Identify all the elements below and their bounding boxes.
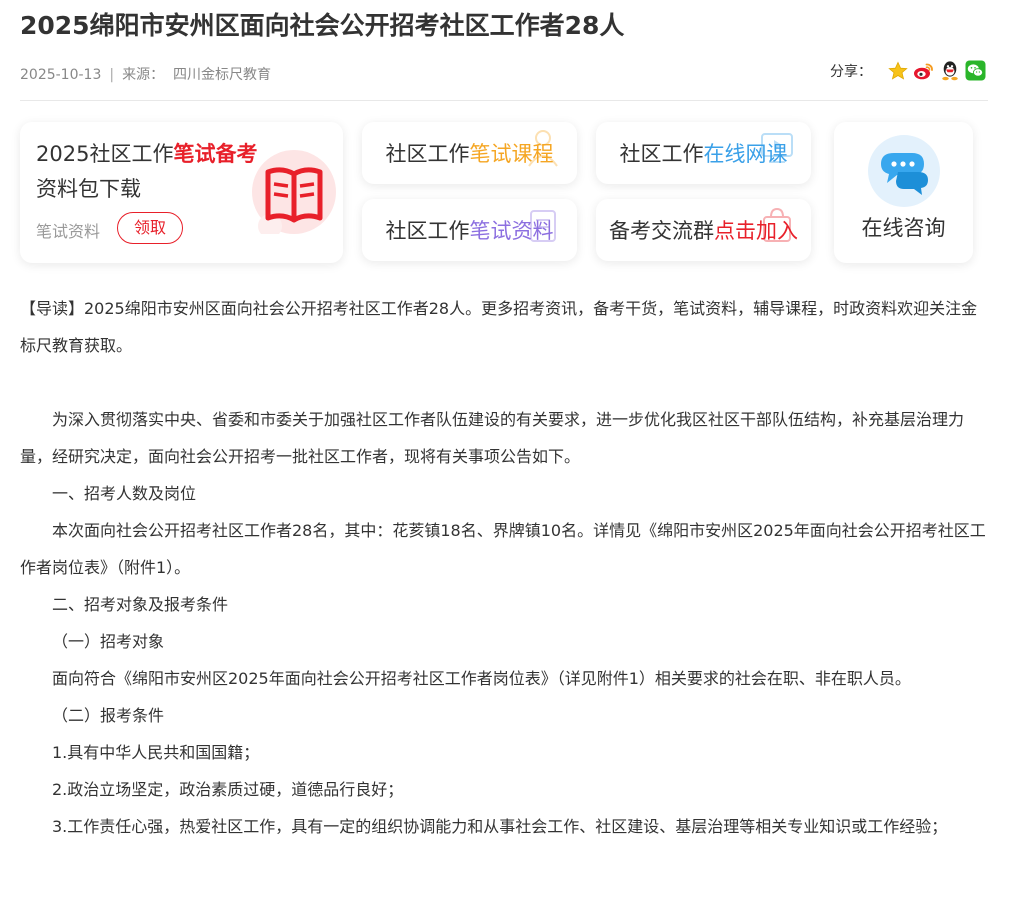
tile-label: 社区工作 <box>385 142 470 166</box>
condition-item: 2.政治立场坚定，政治素质过硬，道德品行良好； <box>52 780 404 799</box>
subsection-heading: （一）招考对象 <box>52 632 165 651</box>
section-heading: 二、招考对象及报考条件 <box>52 595 229 614</box>
tile-highlight: 在线网课 <box>703 142 788 166</box>
condition-item: 1.具有中华人民共和国国籍； <box>52 743 260 762</box>
tile-highlight: 点击加入 <box>714 219 798 243</box>
promo-tile-study-group[interactable]: 备考交流群 点击加入 <box>596 199 811 261</box>
online-consult-card[interactable]: 在线咨询 <box>834 122 973 263</box>
weibo-icon[interactable] <box>913 60 934 81</box>
subsection-heading: （二）报考条件 <box>52 706 165 725</box>
article-paragraph: 面向符合《绵阳市安州区2025年面向社会公开招考社区工作者岗位表》（详见附件1）… <box>52 669 911 688</box>
promo-tile-online-course[interactable]: 社区工作 在线网课 <box>596 122 811 184</box>
header-divider <box>20 100 988 101</box>
qq-icon[interactable] <box>939 60 960 81</box>
section-heading: 一、招考人数及岗位 <box>52 484 197 503</box>
tile-highlight: 笔试课程 <box>469 142 554 166</box>
promo-card-materials[interactable]: 2025社区工作笔试备考 资料包下载 笔试资料 领取 <box>20 122 343 263</box>
share-bar: 分享： <box>830 60 986 81</box>
promo-card-subtitle: 资料包下载 <box>36 177 141 201</box>
tile-label: 社区工作 <box>619 142 704 166</box>
tile-highlight: 笔试资料 <box>469 219 554 243</box>
article-body: 【导读】2025绵阳市安州区面向社会公开招考社区工作者28人。更多招考资讯，备考… <box>20 290 990 845</box>
publish-date: 2025-10-13 <box>20 67 102 83</box>
source-label: 来源： <box>122 67 165 83</box>
consult-label: 在线咨询 <box>861 216 946 240</box>
share-label: 分享： <box>830 63 872 80</box>
page-title: 2025绵阳市安州区面向社会公开招考社区工作者28人 <box>20 11 625 40</box>
article-meta: 2025-10-13 | 来源： 四川金标尺教育 <box>20 64 271 84</box>
article-paragraph: 为深入贯彻落实中央、省委和市委关于加强社区工作者队伍建设的有关要求，进一步优化我… <box>20 410 965 466</box>
condition-item: 3.工作责任心强，热爱社区工作，具有一定的组织协调能力和从事社会工作、社区建设、… <box>52 817 948 836</box>
star-icon[interactable] <box>887 60 908 81</box>
tile-label: 社区工作 <box>385 219 470 243</box>
promo-card-tag: 笔试资料 <box>36 222 101 241</box>
promo-tile-written-course[interactable]: 社区工作 笔试课程 <box>362 122 577 184</box>
article-page: 2025绵阳市安州区面向社会公开招考社区工作者28人 2025-10-13 | 来源… <box>0 0 1020 900</box>
promo-tile-written-materials[interactable]: 社区工作 笔试资料 <box>362 199 577 261</box>
article-paragraph: 本次面向社会公开招考社区工作者28名，其中：花荄镇18名、界牌镇10名。详情见《… <box>20 521 986 577</box>
promo-card-title: 2025社区工作笔试备考 <box>36 142 258 166</box>
source-name[interactable]: 四川金标尺教育 <box>173 67 271 83</box>
meta-separator: | <box>109 67 115 83</box>
article-intro: 【导读】2025绵阳市安州区面向社会公开招考社区工作者28人。更多招考资讯，备考… <box>20 299 978 355</box>
book-icon <box>250 142 342 238</box>
chat-bubble-icon <box>867 134 941 212</box>
tile-label: 备考交流群 <box>609 219 714 243</box>
wechat-icon[interactable] <box>965 60 986 81</box>
claim-button[interactable]: 领取 <box>117 212 183 244</box>
